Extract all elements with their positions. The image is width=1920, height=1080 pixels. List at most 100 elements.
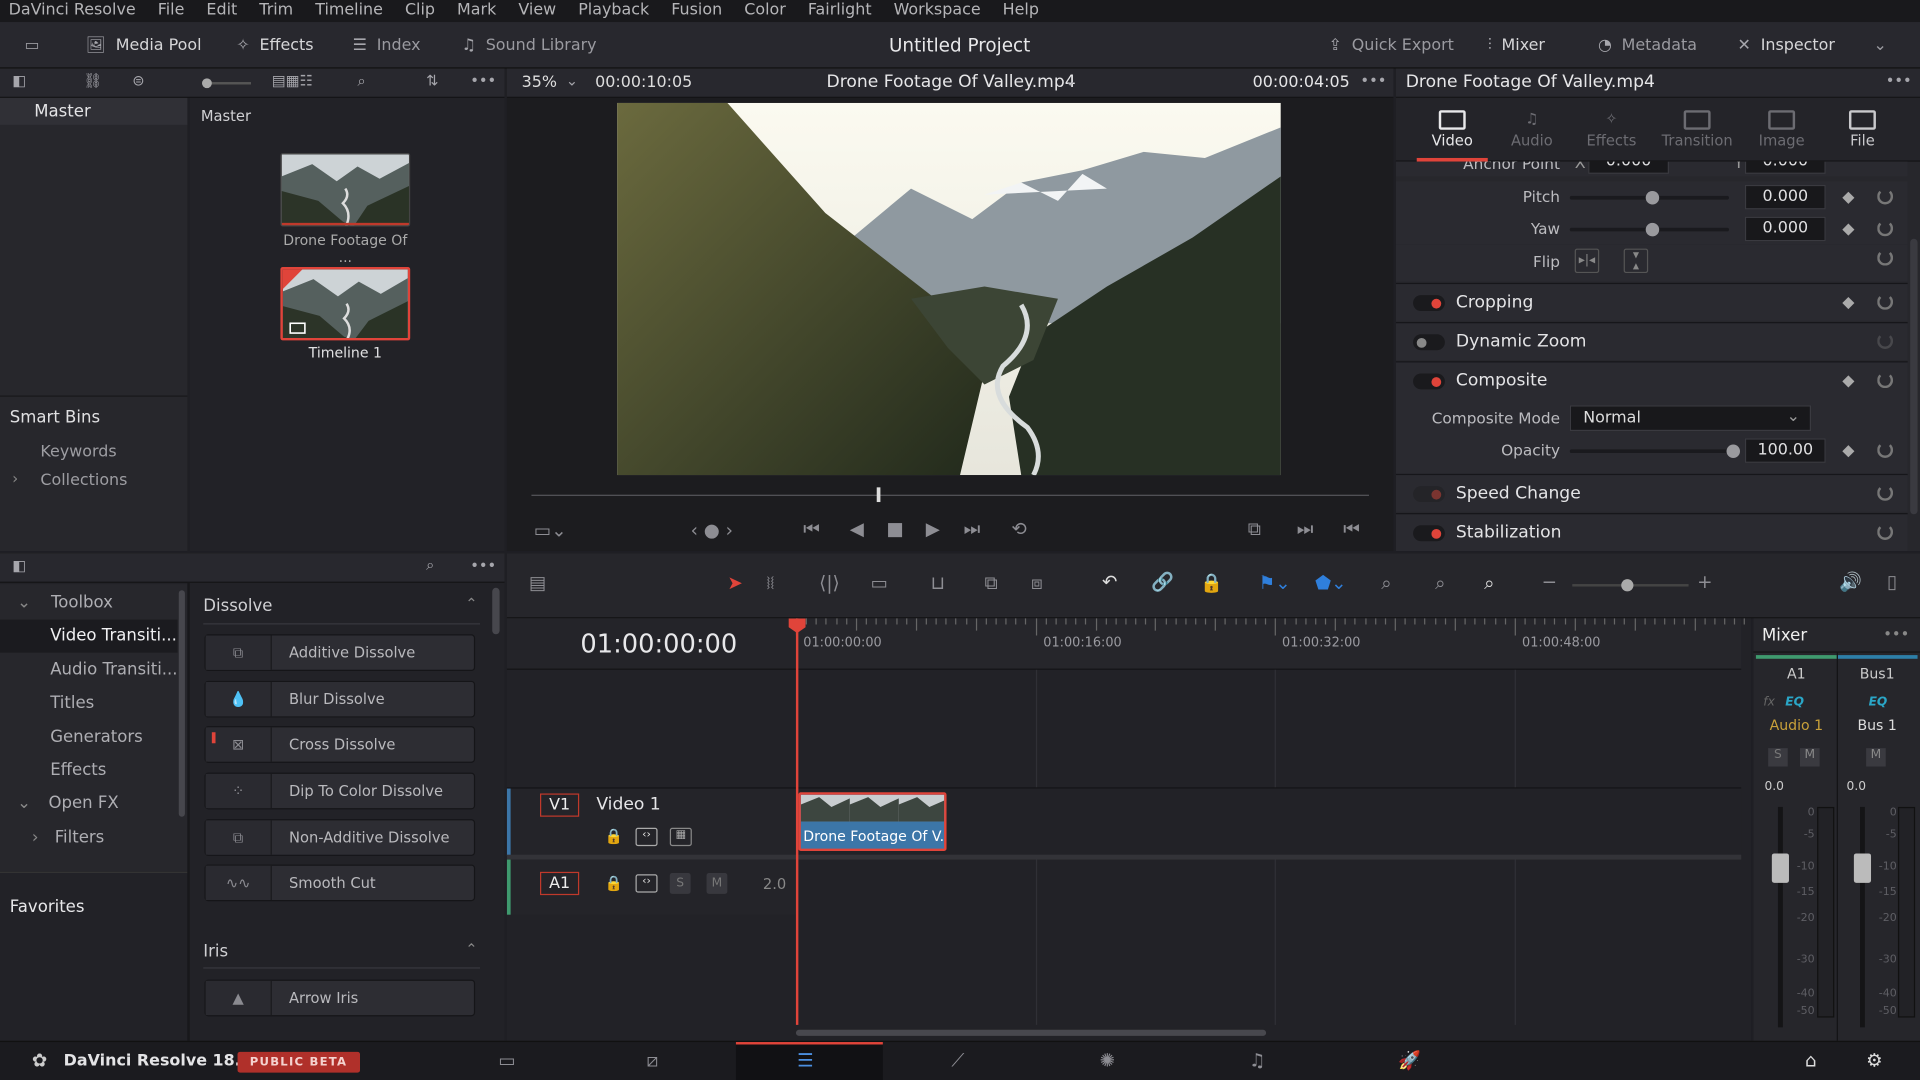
reset-icon[interactable] <box>1877 249 1894 266</box>
snapping-icon[interactable]: ↶ <box>1102 571 1117 593</box>
home-icon[interactable]: ⌂ <box>1805 1049 1817 1071</box>
menu-playback[interactable]: Playback <box>578 0 649 22</box>
menu-mark[interactable]: Mark <box>457 0 496 22</box>
viewer-clip-name[interactable]: Drone Footage Of Valley.mp4 <box>827 72 1076 92</box>
sidebar-toggle-icon[interactable]: ◧ <box>12 72 26 89</box>
lock-icon[interactable]: 🔒 <box>605 874 623 891</box>
video-track-name[interactable]: Video 1 <box>596 795 660 815</box>
clip-chevron-icon[interactable]: ⌄ <box>1064 72 1076 89</box>
auto-select-icon[interactable]: ‹› <box>635 874 658 893</box>
sort-icon[interactable]: ⇅ <box>426 72 438 89</box>
sidebar-toggle-icon[interactable]: ◧ <box>12 557 26 574</box>
keyframe-icon[interactable] <box>1842 297 1855 310</box>
stabilization-toggle[interactable] <box>1413 525 1445 542</box>
pitch-field[interactable]: 0.000 <box>1744 184 1826 210</box>
go-to-end-icon[interactable]: ⏭ <box>964 518 981 540</box>
effect-additive-dissolve[interactable]: ⧉ Additive Dissolve <box>204 634 476 672</box>
reset-icon[interactable] <box>1877 188 1894 205</box>
a1-mute-button[interactable]: M <box>1800 748 1820 767</box>
menu-timeline[interactable]: Timeline <box>315 0 383 22</box>
effects-scrollbar[interactable] <box>492 587 500 635</box>
prev-edit-icon[interactable]: ⏮ <box>1343 518 1360 540</box>
tree-filters[interactable]: › Filters <box>0 822 178 855</box>
tree-effects[interactable]: Effects <box>0 754 178 787</box>
tree-generators[interactable]: Generators <box>0 721 178 754</box>
effect-arrow-iris[interactable]: ▲ Arrow Iris <box>204 979 476 1017</box>
index-button[interactable]: ☰ Index <box>353 22 421 69</box>
effect-dip-to-color[interactable]: ⁘ Dip To Color Dissolve <box>204 772 476 810</box>
menu-edit[interactable]: Edit <box>206 0 237 22</box>
sound-library-button[interactable]: ♫ Sound Library <box>462 22 597 69</box>
selection-tool-icon[interactable]: ➤ <box>727 572 742 594</box>
tab-effects[interactable]: ✧ Effects <box>1571 98 1652 162</box>
keyframe-icon[interactable] <box>1842 375 1855 388</box>
viewer-more-icon[interactable]: ••• <box>1360 72 1386 89</box>
settings-gear-icon[interactable]: ⚙ <box>1866 1049 1882 1071</box>
loop-icon[interactable]: ⟲ <box>1011 518 1026 540</box>
match-frame-icon[interactable]: ⧉ <box>1248 518 1261 540</box>
anchor-y-field[interactable]: 0.000 <box>1744 161 1826 174</box>
auto-select-icon[interactable]: ‹› <box>635 827 658 847</box>
menu-fusion[interactable]: Fusion <box>671 0 722 22</box>
a1-solo-button[interactable]: S <box>1768 748 1788 767</box>
stop-icon[interactable]: ■ <box>887 518 904 540</box>
keyframe-icon[interactable] <box>1842 223 1855 236</box>
zoom-full-icon[interactable]: ⌕ <box>1381 572 1391 594</box>
reset-icon[interactable] <box>1877 524 1894 541</box>
mixer-button[interactable]: ⫶ Mixer <box>1488 22 1545 69</box>
quick-export-button[interactable]: ⇪ Quick Export <box>1329 22 1454 69</box>
clip-thumbnail-drone[interactable] <box>280 153 411 227</box>
overwrite-clip-icon[interactable]: ⧉ <box>984 572 997 594</box>
view-mode-icon[interactable]: ▤▦☷ <box>272 72 313 89</box>
speed-change-toggle[interactable] <box>1413 486 1445 503</box>
section-composite[interactable]: Composite Composite Mode Normal ⌄ Opacity… <box>1395 361 1908 474</box>
inspector-scrollbar[interactable] <box>1910 238 1918 515</box>
solo-button[interactable]: S <box>669 873 691 894</box>
fx-label[interactable]: fx <box>1763 696 1775 709</box>
tree-scrollbar[interactable] <box>178 590 185 817</box>
tree-open-fx[interactable]: ⌄ Open FX <box>0 787 178 820</box>
audio-meter-icon[interactable]: ▯ <box>1887 571 1897 593</box>
zoom-in-icon[interactable]: + <box>1697 571 1712 593</box>
replace-clip-icon[interactable]: ⧈ <box>1031 572 1043 594</box>
bin-master[interactable]: Master <box>0 97 188 125</box>
timeline-thumbnail[interactable] <box>280 266 411 341</box>
menu-file[interactable]: File <box>158 0 185 22</box>
zoom-out-icon[interactable]: − <box>1542 571 1557 593</box>
blade-tool-icon[interactable]: ▭ <box>871 572 888 594</box>
mute-button[interactable]: M <box>706 873 728 894</box>
smart-bin-collections[interactable]: Collections <box>40 471 127 489</box>
cropping-toggle[interactable] <box>1413 295 1445 312</box>
fairlight-page-icon[interactable]: ♫ <box>1249 1049 1265 1071</box>
scrubber-playhead[interactable] <box>876 487 881 503</box>
collections-chevron-icon[interactable]: › <box>12 470 18 487</box>
next-edit-icon[interactable]: ⏭ <box>1297 518 1314 540</box>
menu-workspace[interactable]: Workspace <box>894 0 981 22</box>
menu-clip[interactable]: Clip <box>405 0 435 22</box>
mixer-more-icon[interactable]: ••• <box>1883 626 1909 643</box>
filter-icon[interactable]: ⊜ <box>132 72 144 89</box>
section-speed-change[interactable]: Speed Change <box>1395 473 1908 512</box>
play-icon[interactable]: ▶ <box>926 518 940 540</box>
media-pool-button[interactable]: 🖼 Media Pool <box>86 22 202 69</box>
eq-bus1[interactable]: EQ <box>1869 696 1888 709</box>
linked-selection-icon[interactable]: 🔗 <box>1151 571 1174 593</box>
bus1-mute-button[interactable]: M <box>1866 748 1886 767</box>
jog-control-icon[interactable]: ‹ ● › <box>691 519 733 541</box>
deliver-page-icon[interactable]: 🚀 <box>1398 1049 1421 1071</box>
tab-file[interactable]: File <box>1822 98 1903 162</box>
pitch-slider[interactable] <box>1569 191 1729 205</box>
section-dynamic-zoom[interactable]: Dynamic Zoom <box>1395 322 1908 361</box>
keyframe-icon[interactable] <box>1842 445 1855 458</box>
zoom-slider[interactable] <box>1572 579 1689 592</box>
effect-cross-dissolve[interactable]: ⊠ Cross Dissolve <box>204 726 476 763</box>
reset-icon[interactable] <box>1877 484 1894 501</box>
workspace-icon[interactable]: ▭ <box>24 22 39 69</box>
tree-video-transitions[interactable]: Video Transiti... <box>0 619 178 653</box>
collapse-chevron-icon[interactable]: ⌃ <box>465 595 477 612</box>
effects-button[interactable]: ✧ Effects <box>236 22 313 69</box>
play-reverse-icon[interactable]: ◀ <box>850 518 864 540</box>
zoom-detail-icon[interactable]: ⌕ <box>1435 572 1445 594</box>
zoom-chevron-icon[interactable]: ⌄ <box>566 72 578 89</box>
tree-audio-transitions[interactable]: Audio Transiti... <box>0 654 177 687</box>
